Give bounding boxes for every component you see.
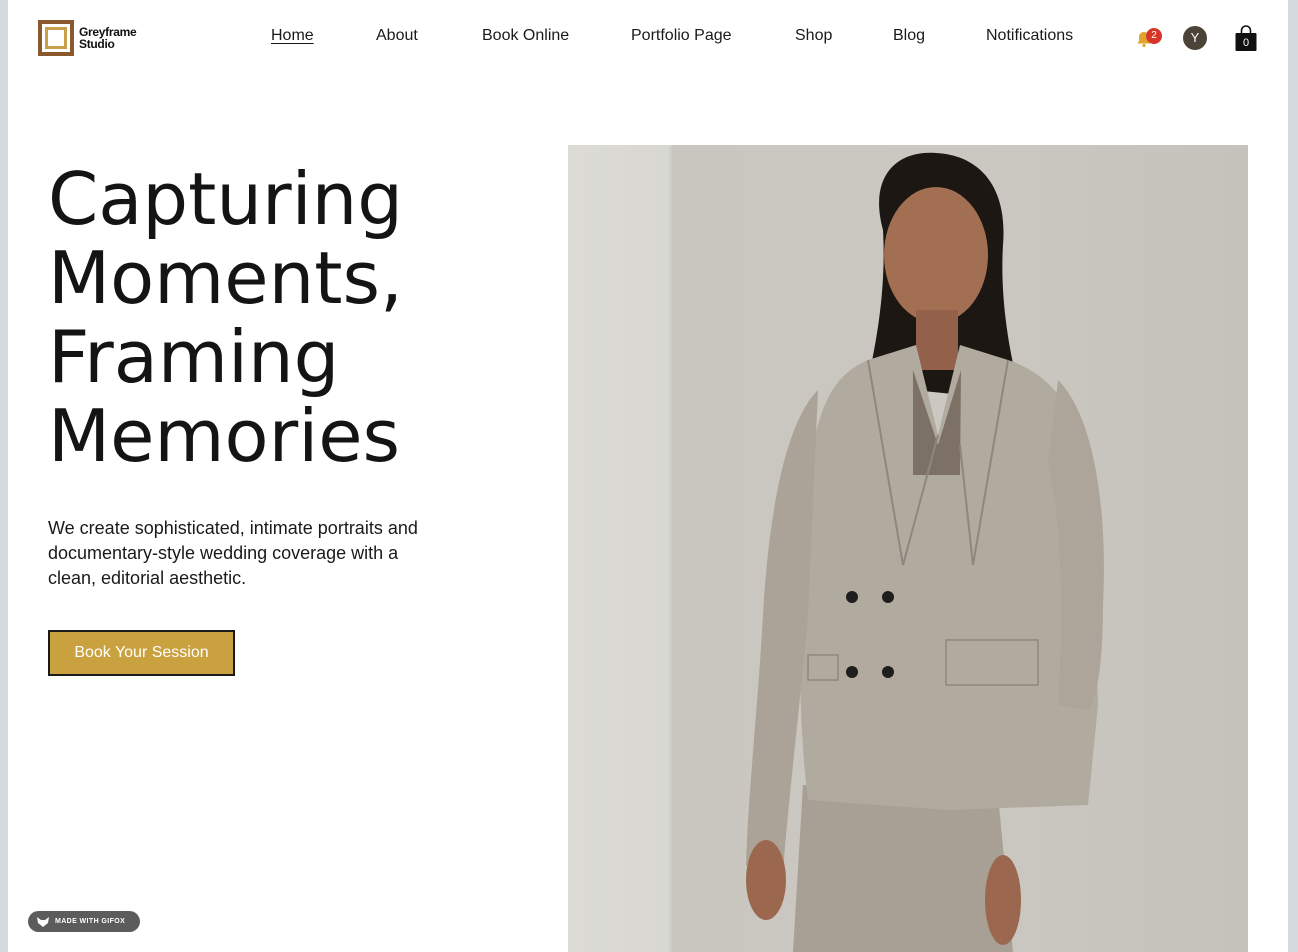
notification-count-badge: 2 xyxy=(1146,28,1162,44)
hero-portrait-image xyxy=(568,145,1248,952)
hero-description: We create sophisticated, intimate portra… xyxy=(48,518,418,588)
nav-portfolio-page[interactable]: Portfolio Page xyxy=(631,27,732,45)
book-session-button[interactable]: Book Your Session xyxy=(48,630,235,676)
nav-blog[interactable]: Blog xyxy=(893,27,925,45)
hero-title-line-1: Capturing xyxy=(48,157,403,241)
nav-home[interactable]: Home xyxy=(271,27,314,45)
nav-notifications[interactable]: Notifications xyxy=(986,27,1073,45)
brand-name-line2: Studio xyxy=(79,37,115,51)
nav-shop[interactable]: Shop xyxy=(795,27,832,45)
hero-title-line-3: Framing xyxy=(48,315,340,399)
made-with-gifox-badge[interactable]: MADE WITH GIFOX xyxy=(28,911,140,932)
nav-book-online[interactable]: Book Online xyxy=(482,27,569,45)
portrait-illustration xyxy=(746,152,1104,952)
nav-about[interactable]: About xyxy=(376,27,418,45)
hero-title-line-4: Memories xyxy=(48,394,401,478)
brand-logo[interactable]: Greyframe Studio xyxy=(38,20,137,56)
logo-frame-icon xyxy=(38,20,74,56)
brand-name: Greyframe Studio xyxy=(79,26,137,51)
made-with-label: MADE WITH GIFOX xyxy=(55,918,126,925)
page: Greyframe Studio Home About Book Online … xyxy=(8,0,1288,952)
cart-count: 0 xyxy=(1242,37,1250,49)
hero-title: Capturing Moments, Framing Memories xyxy=(48,160,528,476)
user-avatar[interactable]: Y xyxy=(1183,26,1207,50)
hero-title-line-2: Moments, xyxy=(48,236,403,320)
fox-icon xyxy=(37,916,49,927)
